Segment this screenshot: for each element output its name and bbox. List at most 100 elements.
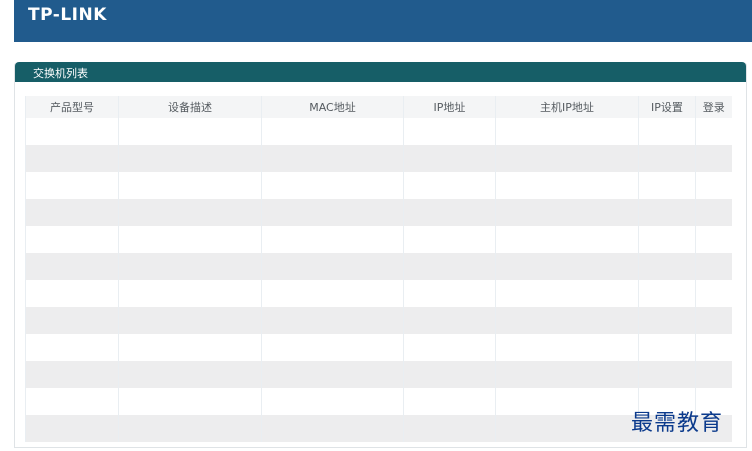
table-row [25,118,732,145]
table-row [25,226,732,253]
table-cell [695,361,732,388]
table-cell [695,145,732,172]
table-cell [695,280,732,307]
table-row [25,172,732,199]
table-cell [261,118,404,145]
table-cell [25,145,119,172]
column-header-login[interactable]: 登录 [695,96,732,118]
watermark-text: 最需教育 [631,411,724,436]
table-cell [403,361,496,388]
table-cell [118,307,262,334]
table-cell [261,253,404,280]
table-cell [25,226,119,253]
table-cell [695,199,732,226]
table-cell [695,334,732,361]
table-row [25,253,732,280]
table-cell [495,361,639,388]
switch-table: 产品型号 设备描述 MAC地址 IP地址 主机IP地址 IP设置 登录 [25,96,732,442]
table-cell [638,172,696,199]
table-cell [695,118,732,145]
tp-link-logo: TP-LINK [28,5,107,25]
table-cell [118,361,262,388]
table-cell [25,307,119,334]
table-row [25,199,732,226]
table-cell [638,280,696,307]
table-cell [25,172,119,199]
table-cell [261,388,404,415]
table-cell [495,145,639,172]
table-cell [261,280,404,307]
table-cell [261,415,404,442]
table-cell [638,334,696,361]
table-cell [25,118,119,145]
column-header-mac-address[interactable]: MAC地址 [261,96,404,118]
table-cell [403,145,496,172]
table-cell [118,118,262,145]
table-cell [403,334,496,361]
table-cell [25,388,119,415]
table-row [25,388,732,415]
table-cell [638,226,696,253]
table-cell [403,199,496,226]
table-cell [261,145,404,172]
column-header-ip-address[interactable]: IP地址 [403,96,496,118]
table-cell [638,361,696,388]
column-header-host-ip-address[interactable]: 主机IP地址 [495,96,639,118]
table-cell [495,415,639,442]
table-cell [261,199,404,226]
table-cell [403,253,496,280]
table-cell [118,334,262,361]
table-row [25,334,732,361]
table-cell [118,199,262,226]
table-row [25,361,732,388]
table-cell [403,415,496,442]
table-cell [695,307,732,334]
table-cell [118,145,262,172]
top-header: TP-LINK [14,0,752,42]
table-cell [638,118,696,145]
table-row [25,307,732,334]
table-cell [695,172,732,199]
table-cell [25,361,119,388]
table-cell [25,199,119,226]
table-cell [495,118,639,145]
table-cell [638,199,696,226]
column-header-description[interactable]: 设备描述 [118,96,262,118]
table-cell [495,388,639,415]
table-cell [495,280,639,307]
table-cell [261,361,404,388]
table-cell [638,253,696,280]
table-header-row: 产品型号 设备描述 MAC地址 IP地址 主机IP地址 IP设置 登录 [25,96,732,118]
table-cell [638,307,696,334]
table-cell [25,280,119,307]
table-cell [495,172,639,199]
table-cell [403,226,496,253]
panel-title: 交换机列表 [33,67,88,80]
table-cell [403,118,496,145]
table-row [25,280,732,307]
table-cell [118,388,262,415]
column-header-ip-settings[interactable]: IP设置 [638,96,696,118]
table-cell [118,172,262,199]
table-cell [495,199,639,226]
panel-header: 交换机列表 [15,62,746,82]
table-cell [118,253,262,280]
table-cell [261,334,404,361]
table-cell [118,226,262,253]
table-cell [261,307,404,334]
table-cell [695,226,732,253]
table-row [25,415,732,442]
table-cell [403,307,496,334]
table-cell [495,253,639,280]
switch-list-panel: 交换机列表 产品型号 设备描述 MAC地址 IP地址 主机IP地址 IP设置 登… [14,62,747,448]
table-cell [25,334,119,361]
table-cell [403,388,496,415]
table-cell [118,415,262,442]
table-cell [261,172,404,199]
table-cell [25,415,119,442]
table-cell [495,226,639,253]
table-row [25,145,732,172]
table-cell [638,145,696,172]
column-header-model[interactable]: 产品型号 [25,96,119,118]
table-body [25,118,732,442]
